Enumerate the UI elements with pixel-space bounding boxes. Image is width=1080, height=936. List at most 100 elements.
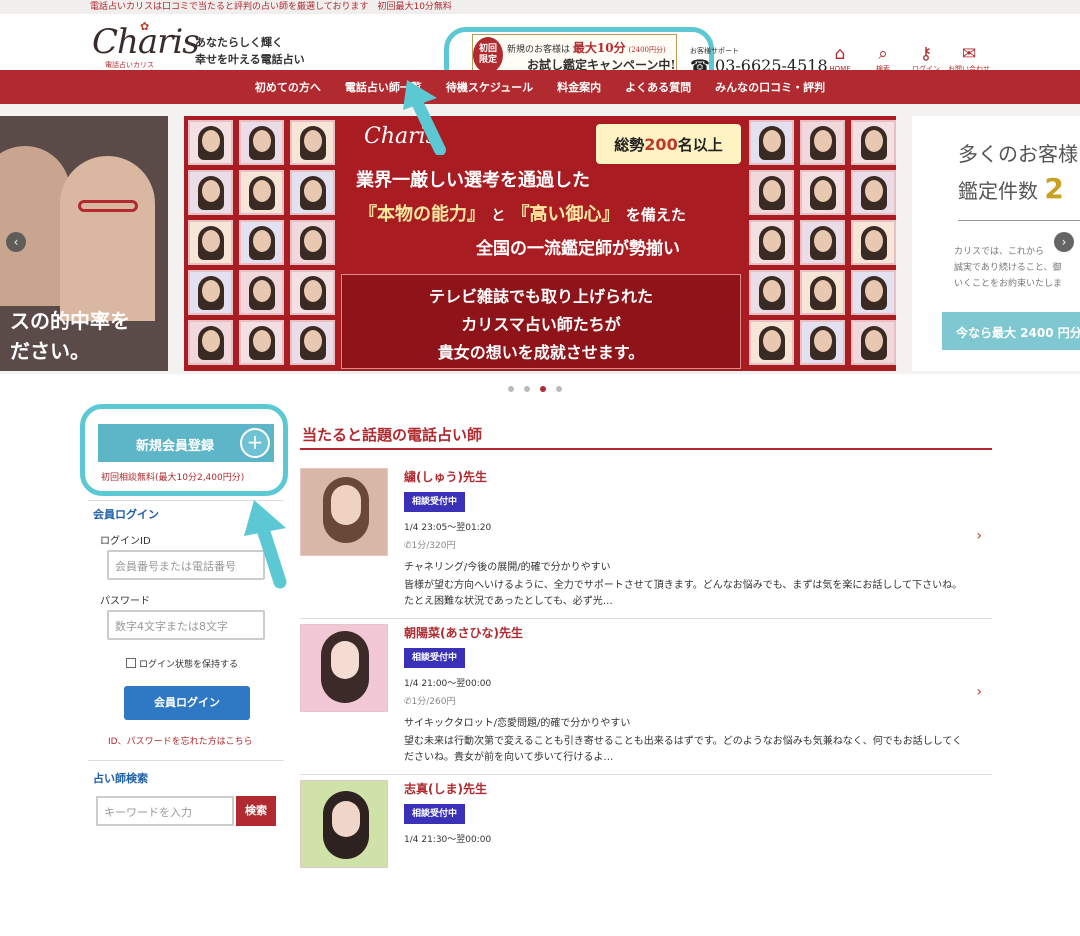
callout-arrow-register <box>244 500 287 589</box>
portrait-face <box>814 280 832 302</box>
search-icon: ⌕ <box>878 44 888 64</box>
banner-box-line1: テレビ雑誌でも取り上げられた <box>428 287 653 306</box>
portrait-face <box>202 230 220 252</box>
portrait-face <box>253 280 271 302</box>
support-label: お客様サポート <box>690 47 739 55</box>
portrait-face <box>253 230 271 252</box>
callout-arrow-schedule <box>403 80 446 155</box>
remember-checkbox[interactable] <box>126 658 136 668</box>
banner-line2-b: と <box>491 208 506 224</box>
login-button[interactable]: 会員ログイン <box>124 686 250 720</box>
fortune-teller-card[interactable]: 朝陽菜(あさひな)先生 相談受付中 1/4 21:00～翌00:00 ✆1分/2… <box>300 624 992 780</box>
teller-portrait <box>800 170 845 215</box>
portrait-face <box>865 280 883 302</box>
teller-portrait <box>239 120 284 165</box>
teller-portrait <box>188 120 233 165</box>
portrait-face <box>763 230 781 252</box>
slider-dot[interactable] <box>524 386 530 392</box>
teller-schedule: 1/4 21:00～翌00:00 <box>404 679 492 689</box>
teller-name[interactable]: 志真(しま)先生 <box>404 780 487 797</box>
slide-person-image <box>60 156 155 321</box>
remember-login[interactable]: ログイン状態を保持する <box>126 657 238 670</box>
teller-photo[interactable] <box>300 780 388 868</box>
slide-current[interactable]: Charis 総勢 200 名以上 業界一厳しい選考を通過した 『本物の能力』 と … <box>184 116 896 371</box>
teller-portrait <box>290 120 335 165</box>
phone-icon: ✆ <box>404 697 412 707</box>
nav-reviews[interactable]: みんなの口コミ・評判 <box>703 79 837 95</box>
portrait-face <box>865 180 883 202</box>
chevron-right-icon[interactable]: › <box>976 684 982 700</box>
total-count-badge: 総勢 200 名以上 <box>596 124 741 164</box>
password-input[interactable]: 数字4文字または8文字 <box>107 610 265 640</box>
teller-portrait <box>800 220 845 265</box>
slide-right-cta[interactable]: 今なら最大 2400 円分 <box>942 312 1080 350</box>
teller-description: 皆様が望む方向へいけるように、全力でサポートさせて頂きます。どんなお悩みでも、ま… <box>404 580 963 607</box>
banner-line1: 業界一厳しい選考を通過した <box>356 170 590 191</box>
nav-faq[interactable]: よくある質問 <box>613 79 703 95</box>
nav-pricing[interactable]: 料金案内 <box>545 79 613 95</box>
key-icon: ⚷ <box>919 44 933 64</box>
portrait-face <box>253 130 271 152</box>
teller-price: ✆1分/260円 <box>404 694 455 707</box>
slide-left-line2: ださい。 <box>10 339 90 363</box>
teller-portrait <box>851 170 896 215</box>
forgot-password-link[interactable]: ID、パスワードを忘れた方はこちら <box>108 734 253 747</box>
slider-next-arrow-icon[interactable]: › <box>1054 232 1074 252</box>
slide-right-count: 鑑定件数 2 <box>958 172 1064 205</box>
portrait-face <box>763 180 781 202</box>
status-badge: 相談受付中 <box>404 804 466 824</box>
teller-schedule: 1/4 21:30～翌00:00 <box>404 835 492 845</box>
teller-portrait <box>188 220 233 265</box>
chevron-right-icon[interactable]: › <box>976 528 982 544</box>
top-announcement: 電話占いカリスは口コミで当たると評判の占い師を厳選しております 初回最大10分無… <box>0 0 1080 14</box>
phone-icon: ✆ <box>404 541 412 551</box>
teller-portrait <box>749 170 794 215</box>
portrait-face <box>865 130 883 152</box>
fortune-teller-card[interactable]: 志真(しま)先生 相談受付中 1/4 21:30～翌00:00 <box>300 780 992 936</box>
badge-post: 名以上 <box>677 135 723 154</box>
teller-name[interactable]: 繍(しゅう)先生 <box>404 468 487 485</box>
slider-dot[interactable] <box>556 386 562 392</box>
teller-portrait <box>188 170 233 215</box>
slide-right-count-label: 鑑定件数 <box>958 179 1038 203</box>
slide-right-line3: いくことをお約束いたしま <box>954 279 1063 289</box>
slider-dot-active[interactable] <box>540 386 546 392</box>
tagline-line2: 幸せを叶える電話占い <box>195 53 305 66</box>
search-button[interactable]: 検索 <box>236 796 276 826</box>
portrait-face <box>253 180 271 202</box>
portrait-face <box>202 130 220 152</box>
teller-portrait <box>239 220 284 265</box>
teller-description: 望む未来は行動次第で変えることも引き寄せることも出来るはずです。どのようなお悩み… <box>404 736 963 763</box>
teller-portrait <box>290 270 335 315</box>
logo-subtitle: 電話占いカリス <box>105 61 154 69</box>
hero-slider: スの的中率を ださい。 Charis 総勢 200 名以上 業界一厳しい選考を通過し… <box>0 104 1080 374</box>
teller-portrait <box>188 270 233 315</box>
login-heading: 会員ログイン <box>93 508 159 521</box>
search-heading: 占い師検索 <box>93 772 148 785</box>
slide-right-title: 多くのお客様 <box>958 142 1078 166</box>
teller-portrait <box>749 270 794 315</box>
nav-beginners[interactable]: 初めての方へ <box>243 79 333 95</box>
teller-portrait <box>290 320 335 365</box>
teller-photo[interactable] <box>300 468 388 556</box>
portrait-face <box>253 330 271 352</box>
password-label: パスワード <box>100 596 150 607</box>
teller-portrait <box>800 270 845 315</box>
teller-portrait <box>851 220 896 265</box>
site-header: Charis ✿ 電話占いカリス あなたらしく輝く 幸せを叶える電話占い 初回 … <box>0 14 1080 91</box>
keyword-input[interactable]: キーワードを入力 <box>96 796 234 826</box>
banner-info-box: テレビ雑誌でも取り上げられた カリスマ占い師たちが 貴女の想いを成就させます。 <box>341 274 741 369</box>
portrait-face <box>865 230 883 252</box>
slide-left-text: スの的中率を ださい。 <box>10 306 130 366</box>
portrait-face <box>814 180 832 202</box>
banner-box-line3: 貴女の想いを成就させます。 <box>437 343 645 362</box>
teller-name[interactable]: 朝陽菜(あさひな)先生 <box>404 624 523 641</box>
fortune-teller-card[interactable]: 繍(しゅう)先生 相談受付中 1/4 23:05～翌01:20 ✆1分/320円… <box>300 468 992 624</box>
portrait-face <box>202 180 220 202</box>
tagline: あなたらしく輝く 幸せを叶える電話占い <box>195 34 305 68</box>
slider-prev-arrow-icon[interactable]: ‹ <box>6 232 26 252</box>
teller-photo[interactable] <box>300 624 388 712</box>
logo-flower-icon: ✿ <box>140 20 150 33</box>
teller-portrait <box>290 220 335 265</box>
slider-dot[interactable] <box>508 386 514 392</box>
